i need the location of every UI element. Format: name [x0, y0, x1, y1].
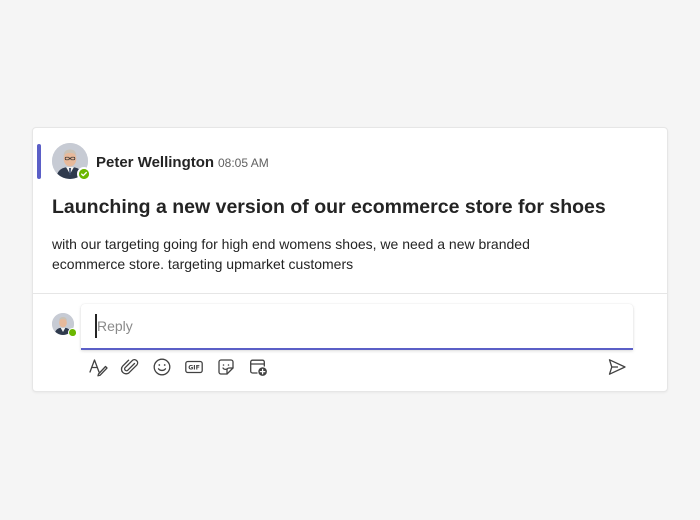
- author-avatar[interactable]: [52, 143, 91, 181]
- author-name[interactable]: Peter Wellington: [96, 154, 214, 171]
- unread-accent-bar: [37, 144, 41, 179]
- current-user-avatar: [52, 313, 77, 337]
- send-icon[interactable]: [605, 356, 629, 378]
- message-body: with our targeting going for high end wo…: [52, 236, 530, 272]
- sticker-icon[interactable]: [215, 356, 237, 378]
- message-subject: Launching a new version of our ecommerce…: [52, 196, 606, 218]
- reply-box[interactable]: [81, 304, 633, 350]
- svg-text:GIF: GIF: [188, 365, 200, 372]
- presence-available-icon: [68, 328, 77, 337]
- compose-toolbar: GIF: [87, 356, 279, 378]
- format-icon[interactable]: [87, 356, 109, 378]
- post-message: Peter Wellington 08:05 AM Launching a ne…: [33, 128, 667, 294]
- gif-icon[interactable]: GIF: [183, 356, 205, 378]
- message-timestamp: 08:05 AM: [218, 156, 269, 170]
- attach-icon[interactable]: [119, 356, 141, 378]
- conversation-card: Peter Wellington 08:05 AM Launching a ne…: [32, 127, 668, 392]
- emoji-icon[interactable]: [151, 356, 173, 378]
- schedule-meeting-icon[interactable]: [247, 356, 269, 378]
- reply-input[interactable]: [97, 315, 597, 337]
- presence-available-icon: [77, 167, 91, 181]
- reply-area: GIF: [33, 294, 667, 392]
